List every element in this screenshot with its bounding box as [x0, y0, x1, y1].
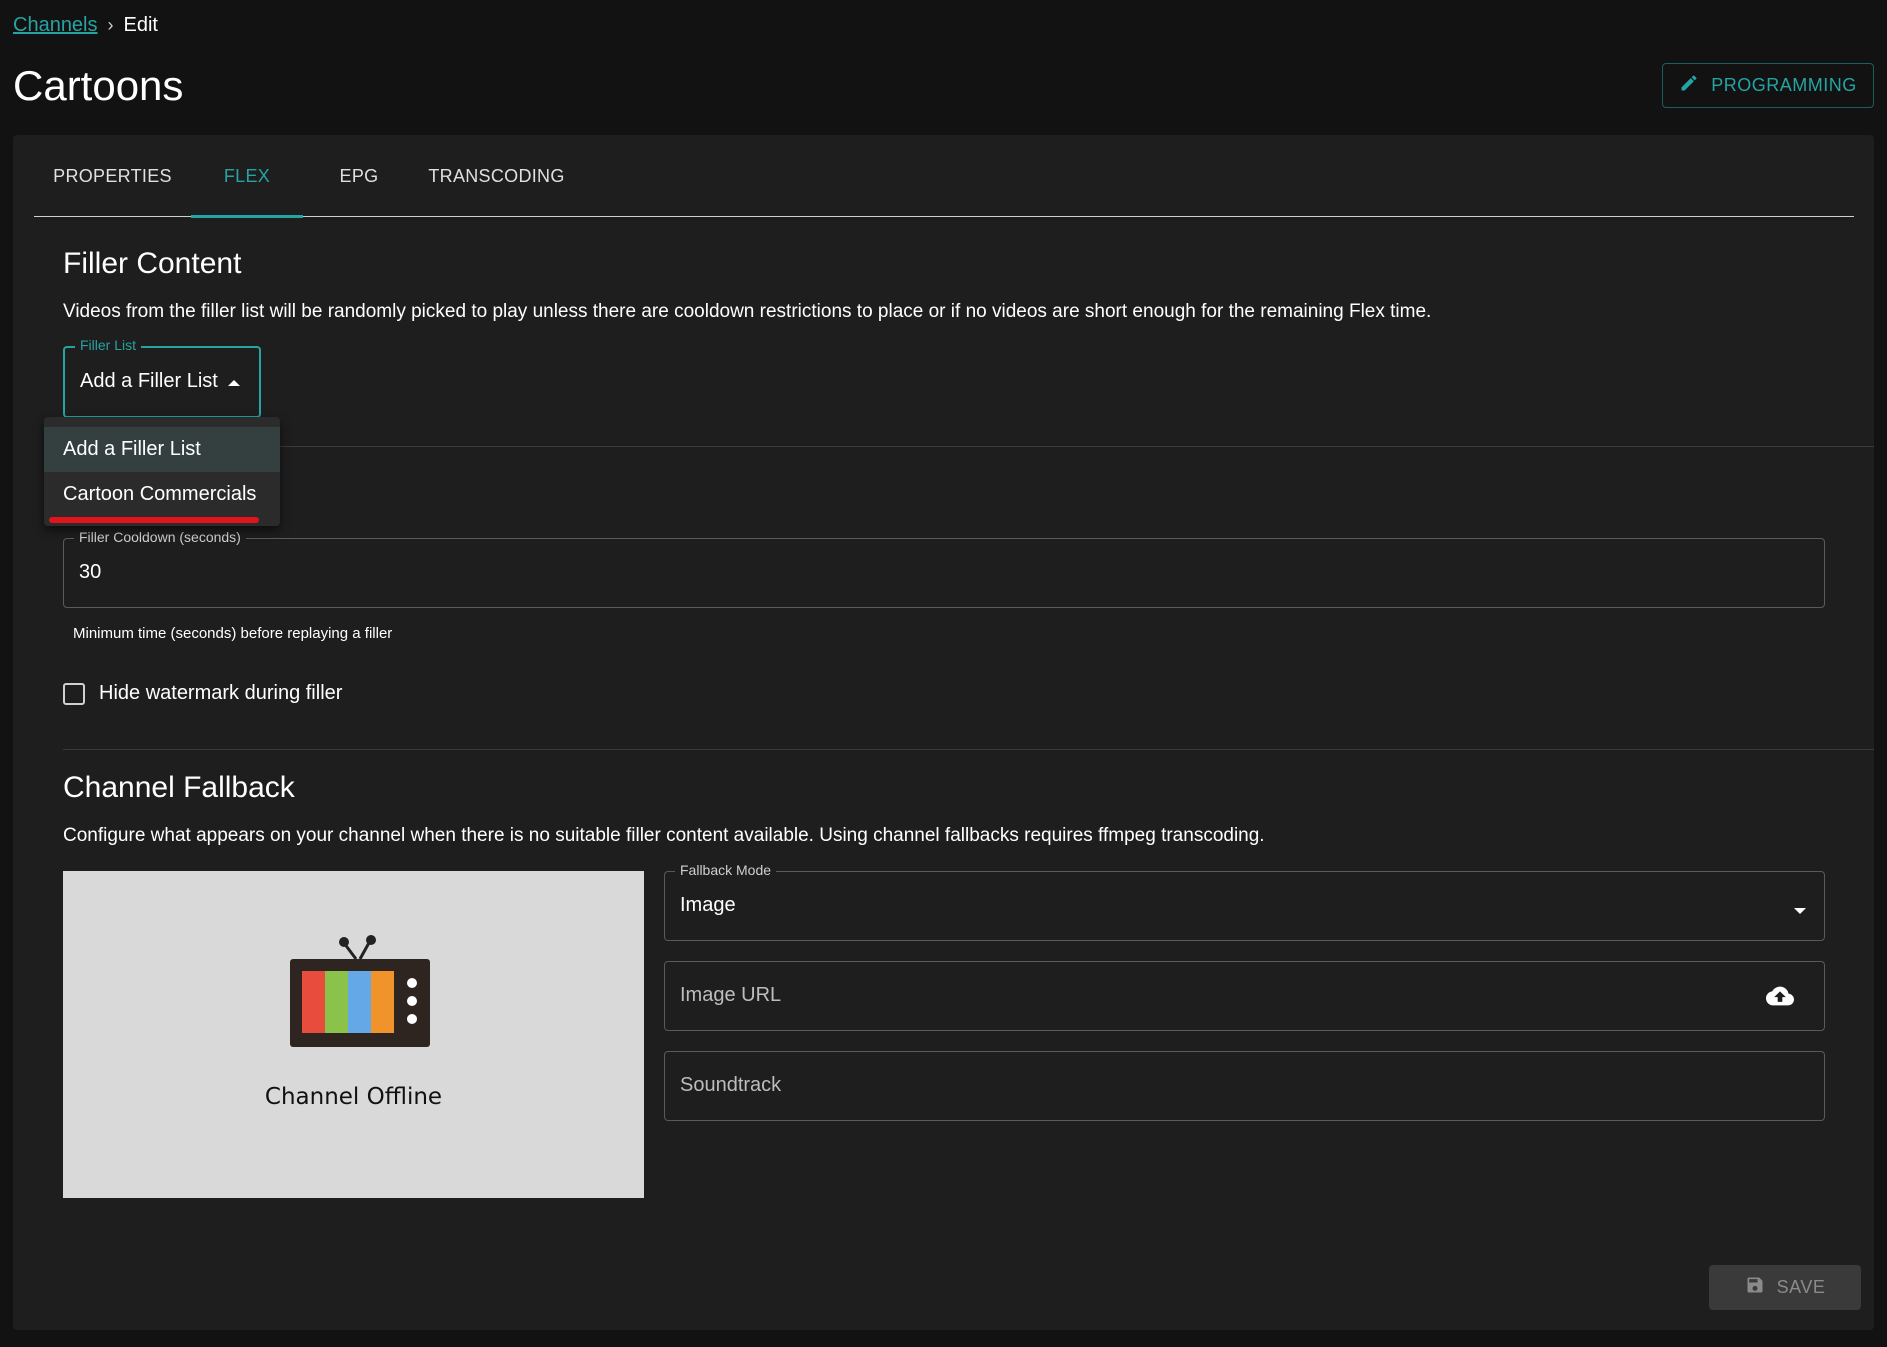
filler-cooldown-input[interactable]: Filler Cooldown (seconds) 30 — [63, 529, 1825, 608]
menu-item-add-filler-list[interactable]: Add a Filler List — [44, 427, 280, 472]
highlight-underline — [49, 517, 259, 523]
programming-button-label: PROGRAMMING — [1711, 75, 1857, 95]
fallback-preview: Channel Offline — [63, 871, 644, 1198]
filler-list-value: Add a Filler List — [80, 370, 218, 392]
breadcrumb: Channels › Edit — [13, 14, 158, 37]
save-button[interactable]: SAVE — [1709, 1265, 1861, 1310]
pencil-icon — [1679, 73, 1699, 98]
filler-cooldown-helper: Minimum time (seconds) before replaying … — [73, 625, 393, 642]
cloud-upload-icon[interactable] — [1764, 982, 1796, 1015]
soundtrack-input[interactable]: Soundtrack — [664, 1051, 1825, 1121]
tab-epg[interactable]: EPG — [303, 135, 415, 217]
menu-item-cartoon-commercials[interactable]: Cartoon Commercials — [44, 472, 280, 517]
save-button-label: SAVE — [1776, 1277, 1826, 1297]
hide-watermark-label: Hide watermark during filler — [99, 682, 343, 704]
tab-bar: PROPERTIES FLEX EPG TRANSCODING — [34, 135, 1854, 218]
filler-list-menu: Add a Filler List Cartoon Commercials — [44, 417, 280, 526]
page-title: Cartoons — [13, 62, 184, 109]
caret-down-icon — [1794, 902, 1806, 920]
tab-properties[interactable]: PROPERTIES — [34, 135, 191, 217]
filler-content-description: Videos from the filler list will be rand… — [63, 301, 1432, 322]
image-url-placeholder: Image URL — [680, 984, 782, 1006]
caret-up-icon — [227, 370, 240, 393]
filler-content-title: Filler Content — [63, 247, 242, 280]
filler-list-select[interactable]: Filler List Add a Filler List — [63, 337, 261, 418]
breadcrumb-current: Edit — [123, 14, 158, 36]
breadcrumb-channels-link[interactable]: Channels — [13, 14, 98, 37]
channel-fallback-description: Configure what appears on your channel w… — [63, 825, 1265, 846]
filler-cooldown-value: 30 — [79, 561, 102, 583]
edit-panel: PROPERTIES FLEX EPG TRANSCODING Filler C… — [13, 135, 1874, 1330]
hide-watermark-row[interactable]: Hide watermark during filler — [63, 682, 342, 705]
breadcrumb-separator: › — [107, 15, 114, 35]
filler-list-value-wrap: Add a Filler List — [80, 370, 240, 393]
retro-tv-icon — [288, 935, 432, 1052]
image-url-input[interactable]: Image URL — [664, 961, 1825, 1031]
hide-watermark-checkbox[interactable] — [63, 682, 85, 705]
channel-fallback-title: Channel Fallback — [63, 771, 295, 804]
tab-flex[interactable]: FLEX — [191, 135, 303, 218]
soundtrack-placeholder: Soundtrack — [680, 1074, 782, 1096]
filler-list-label: Filler List — [75, 337, 142, 353]
fallback-mode-select[interactable]: Fallback Mode Image — [664, 862, 1825, 941]
floppy-disk-icon — [1745, 1275, 1765, 1300]
section-divider — [63, 446, 1874, 447]
fallback-mode-label: Fallback Mode — [675, 862, 777, 878]
fallback-mode-value: Image — [680, 894, 736, 916]
tab-transcoding[interactable]: TRANSCODING — [415, 135, 578, 217]
programming-button[interactable]: PROGRAMMING — [1662, 63, 1874, 108]
filler-cooldown-label: Filler Cooldown (seconds) — [74, 529, 246, 545]
section-divider — [63, 749, 1874, 750]
fallback-preview-label: Channel Offline — [264, 1084, 443, 1110]
